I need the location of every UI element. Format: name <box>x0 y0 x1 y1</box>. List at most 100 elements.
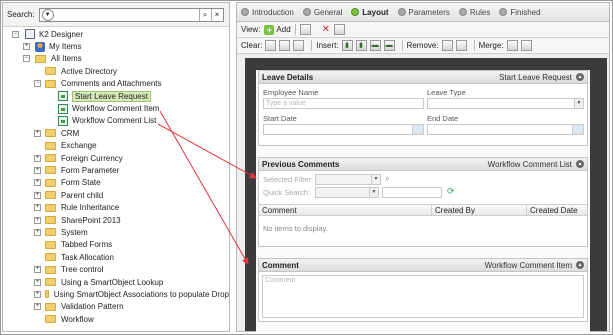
column-header-created-by[interactable]: Created By <box>432 205 527 215</box>
search-options-icon[interactable]: ▼ <box>41 8 54 21</box>
expand-icon[interactable]: + <box>34 303 41 311</box>
divider <box>294 24 296 35</box>
quick-search-dropdown[interactable]: ▼ <box>315 187 379 198</box>
form-designer-pane: Introduction General Layout Parameters R… <box>236 2 610 333</box>
calendar-icon[interactable] <box>412 125 423 134</box>
section-source-label: Start Leave Request <box>499 72 572 82</box>
chevron-down-icon[interactable]: ▼ <box>369 188 378 197</box>
tab-parameters[interactable]: Parameters <box>397 8 450 17</box>
tree-node[interactable]: + CRM <box>3 127 229 139</box>
tree-node[interactable]: + Using a SmartObject Lookup <box>3 276 229 288</box>
merge-cells-icon[interactable] <box>506 40 518 51</box>
remove-column-icon[interactable] <box>441 40 453 51</box>
start-date-picker[interactable] <box>263 124 424 135</box>
clear-all-icon[interactable] <box>293 40 305 51</box>
clear-icon[interactable]: × <box>210 8 223 21</box>
tab-general[interactable]: General <box>302 8 342 17</box>
tree-node[interactable]: + Validation Pattern <box>3 301 229 313</box>
tree-node[interactable]: + System <box>3 226 229 238</box>
tab-finished[interactable]: Finished <box>499 8 541 17</box>
chevron-down-icon[interactable]: ▼ <box>574 99 583 108</box>
insert-row-below-icon[interactable]: ▬ <box>383 40 395 51</box>
collapse-section-icon[interactable]: ▲ <box>576 261 584 269</box>
collapse-icon[interactable]: − <box>23 55 30 63</box>
section-source: Workflow Comment List ▲ <box>488 160 584 169</box>
remove-row-icon[interactable] <box>455 40 467 51</box>
clear-style-icon[interactable] <box>279 40 291 51</box>
collapse-section-icon[interactable]: ▲ <box>576 73 584 81</box>
arrange-icon[interactable] <box>334 24 346 35</box>
expand-icon[interactable]: + <box>23 43 30 51</box>
tree-node-all-items[interactable]: − All Items <box>3 53 229 65</box>
insert-row-above-icon[interactable]: ▬ <box>369 40 381 51</box>
view-comment[interactable]: Comment Workflow Comment Item ▲ Comment <box>258 258 588 322</box>
employee-name-field[interactable]: Type a value <box>263 98 424 109</box>
expand-icon[interactable]: + <box>34 129 41 137</box>
folder-icon <box>45 191 56 200</box>
search-input[interactable]: ▼ ⌕ × <box>38 7 224 22</box>
folder-icon <box>45 178 56 187</box>
collapse-section-icon[interactable]: ▲ <box>576 160 584 168</box>
tree-node[interactable]: + Tree control <box>3 263 229 275</box>
folder-open-icon <box>35 54 46 63</box>
insert-column-left-icon[interactable]: ▮ <box>341 40 353 51</box>
split-cells-icon[interactable] <box>520 40 532 51</box>
folder-icon <box>45 265 56 274</box>
expand-icon[interactable]: + <box>34 179 41 187</box>
insert-label: Insert: <box>316 41 339 50</box>
tree-label: Validation Pattern <box>61 302 124 312</box>
expand-icon[interactable]: + <box>34 278 41 286</box>
add-view-button[interactable]: + Add <box>264 24 291 35</box>
filter-search-icon[interactable]: ⌕ <box>385 173 390 184</box>
tree-node[interactable]: − Comments and Attachments <box>3 78 229 90</box>
tree-node[interactable]: Workflow <box>3 313 229 325</box>
tree-node[interactable]: Tabbed Forms <box>3 239 229 251</box>
tree-node[interactable]: + Form Parameter <box>3 164 229 176</box>
filter-dropdown[interactable]: ▼ <box>315 174 381 185</box>
quick-search-input[interactable] <box>382 187 442 198</box>
tree-node[interactable]: + Foreign Currency <box>3 152 229 164</box>
expand-icon[interactable]: + <box>34 204 41 212</box>
refresh-icon[interactable]: ⟳ <box>447 186 455 197</box>
tree-node-root[interactable]: − K2 Designer <box>3 28 229 40</box>
calendar-icon[interactable] <box>572 125 583 134</box>
leave-type-dropdown[interactable]: ▼ <box>427 98 584 109</box>
expand-icon[interactable]: + <box>34 290 41 298</box>
collapse-icon[interactable]: − <box>12 30 19 38</box>
edit-view-icon[interactable] <box>299 24 311 35</box>
tree-node-workflow-comment-item[interactable]: Workflow Comment Item <box>3 102 229 114</box>
tree-node-start-leave-request[interactable]: Start Leave Request <box>3 90 229 102</box>
expand-icon[interactable]: + <box>34 228 41 236</box>
tree-node[interactable]: + Form State <box>3 177 229 189</box>
tab-introduction[interactable]: Introduction <box>241 8 294 17</box>
insert-column-right-icon[interactable]: ▮ <box>355 40 367 51</box>
tree-node[interactable]: Task Allocation <box>3 251 229 263</box>
tree-node[interactable]: + Using SmartObject Associations to popu… <box>3 288 229 300</box>
column-header-created-date[interactable]: Created Date <box>527 205 587 215</box>
tree-node[interactable]: Exchange <box>3 140 229 152</box>
collapse-icon[interactable]: − <box>34 80 41 88</box>
expand-icon[interactable]: + <box>34 216 41 224</box>
expand-icon[interactable]: + <box>34 166 41 174</box>
clear-cell-icon[interactable] <box>265 40 277 51</box>
tree-node[interactable]: + Parent child <box>3 189 229 201</box>
end-date-picker[interactable] <box>427 124 584 135</box>
tab-layout[interactable]: Layout <box>351 8 389 17</box>
view-leave-details[interactable]: Leave Details Start Leave Request ▲ Empl… <box>258 70 588 146</box>
chevron-down-icon[interactable]: ▼ <box>371 175 380 184</box>
tab-rules[interactable]: Rules <box>458 8 490 17</box>
tree-node[interactable]: + Rule Inheritance <box>3 201 229 213</box>
expand-icon[interactable]: + <box>34 266 41 274</box>
expand-icon[interactable]: + <box>34 154 41 162</box>
tree-node-my-items[interactable]: + My Items <box>3 40 229 52</box>
column-header-comment[interactable]: Comment <box>259 205 432 215</box>
tree-node[interactable]: Active Directory <box>3 65 229 77</box>
view-previous-comments[interactable]: Previous Comments Workflow Comment List … <box>258 157 588 247</box>
tree-node[interactable]: + SharePoint 2013 <box>3 214 229 226</box>
remove-view-icon[interactable]: ✕ <box>322 24 330 35</box>
view-icon <box>58 103 68 114</box>
search-icon[interactable]: ⌕ <box>198 8 211 21</box>
comment-textarea[interactable]: Comment <box>262 275 584 318</box>
expand-icon[interactable]: + <box>34 191 41 199</box>
tree-node-workflow-comment-list[interactable]: Workflow Comment List <box>3 115 229 127</box>
